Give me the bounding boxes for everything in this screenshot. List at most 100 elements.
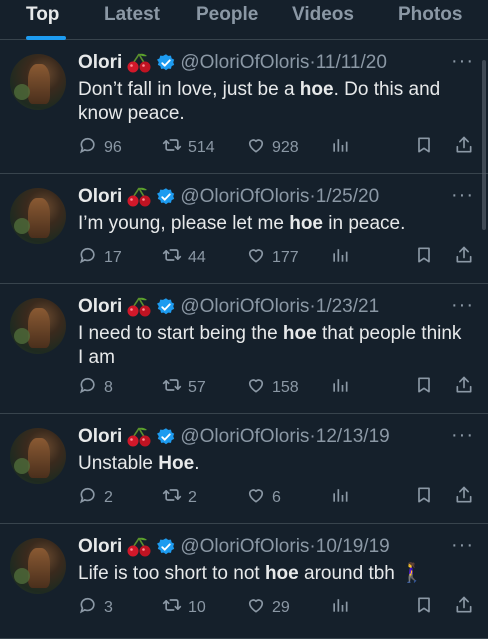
- retweet-count: 57: [188, 379, 206, 396]
- tweet[interactable]: Olori @OloriOfOloris·11/11/20 ··· Don’t …: [0, 40, 488, 174]
- verified-icon: [156, 427, 176, 447]
- bookmark-button[interactable]: [414, 595, 440, 621]
- verified-icon: [156, 187, 176, 207]
- like-count: 177: [272, 249, 299, 266]
- display-name[interactable]: Olori: [78, 52, 122, 74]
- share-icon: [454, 245, 480, 271]
- retweet-button[interactable]: 514: [162, 135, 215, 161]
- tab-latest[interactable]: Latest: [104, 0, 160, 40]
- user-handle[interactable]: @OloriOfOloris·12/13/19: [180, 426, 389, 448]
- tweet-header: Olori @OloriOfOloris·11/11/20: [78, 52, 387, 74]
- share-button[interactable]: [454, 245, 480, 271]
- more-icon[interactable]: ···: [451, 50, 474, 73]
- cherry-emoji: [126, 536, 152, 558]
- retweet-button[interactable]: 10: [162, 595, 206, 621]
- user-handle[interactable]: @OloriOfOloris·10/19/19: [180, 536, 389, 558]
- avatar[interactable]: [10, 298, 66, 354]
- share-button[interactable]: [454, 135, 480, 161]
- tweet[interactable]: Olori @OloriOfOloris·1/23/21 ··· I need …: [0, 284, 488, 414]
- tweet-header: Olori @OloriOfOloris·1/23/21: [78, 296, 379, 318]
- tab-label: Photos: [398, 4, 463, 25]
- tweet-date[interactable]: 1/25/20: [316, 186, 379, 207]
- like-button[interactable]: 29: [246, 595, 290, 621]
- verified-icon: [156, 53, 176, 73]
- retweet-icon: [162, 595, 188, 621]
- tab-photos[interactable]: Photos: [398, 0, 462, 40]
- like-button[interactable]: 6: [246, 485, 281, 511]
- like-button[interactable]: 177: [246, 245, 299, 271]
- scrollbar[interactable]: [482, 60, 486, 230]
- bookmark-button[interactable]: [414, 135, 440, 161]
- more-icon[interactable]: ···: [451, 534, 474, 557]
- retweet-count: 44: [188, 249, 206, 266]
- share-button[interactable]: [454, 595, 480, 621]
- avatar[interactable]: [10, 54, 66, 110]
- like-button[interactable]: 158: [246, 375, 299, 401]
- user-handle[interactable]: @OloriOfOloris·1/23/21: [180, 296, 379, 318]
- views-button[interactable]: [330, 375, 356, 401]
- bookmark-button[interactable]: [414, 375, 440, 401]
- user-handle[interactable]: @OloriOfOloris·11/11/20: [180, 52, 387, 74]
- retweet-button[interactable]: 44: [162, 245, 206, 271]
- tweet-text: Don’t fall in love, just be a hoe. Do th…: [78, 79, 441, 124]
- tweet-date[interactable]: 12/13/19: [316, 426, 390, 447]
- reply-button[interactable]: 17: [78, 245, 122, 271]
- user-handle[interactable]: @OloriOfOloris·1/25/20: [180, 186, 379, 208]
- views-button[interactable]: [330, 485, 356, 511]
- tab-videos[interactable]: Videos: [292, 0, 354, 40]
- tweet[interactable]: Olori @OloriOfOloris·1/25/20 ··· I’m you…: [0, 174, 488, 284]
- tweet[interactable]: Olori @OloriOfOloris·12/13/19 ··· Unstab…: [0, 414, 488, 524]
- more-icon[interactable]: ···: [451, 424, 474, 447]
- more-icon[interactable]: ···: [451, 184, 474, 207]
- avatar[interactable]: [10, 428, 66, 484]
- bookmark-button[interactable]: [414, 245, 440, 271]
- more-icon[interactable]: ···: [451, 294, 474, 317]
- bookmark-button[interactable]: [414, 485, 440, 511]
- share-icon: [454, 595, 480, 621]
- tweet-date[interactable]: 10/19/19: [316, 536, 390, 557]
- tweet-actions: 17 44 177: [78, 246, 478, 270]
- retweet-button[interactable]: 57: [162, 375, 206, 401]
- tweet-date[interactable]: 1/23/21: [316, 296, 379, 317]
- reply-button[interactable]: 2: [78, 485, 113, 511]
- views-button[interactable]: [330, 595, 356, 621]
- retweet-icon: [162, 375, 188, 401]
- tab-people[interactable]: People: [196, 0, 258, 40]
- tab-top[interactable]: Top: [26, 0, 66, 40]
- cherry-emoji: [126, 52, 152, 74]
- like-icon: [246, 135, 272, 161]
- reply-button[interactable]: 8: [78, 375, 113, 401]
- like-count: 158: [272, 379, 299, 396]
- views-icon: [330, 375, 356, 401]
- views-icon: [330, 595, 356, 621]
- share-button[interactable]: [454, 485, 480, 511]
- retweet-button[interactable]: 2: [162, 485, 197, 511]
- like-count: 29: [272, 599, 290, 616]
- views-button[interactable]: [330, 245, 356, 271]
- share-button[interactable]: [454, 375, 480, 401]
- reply-icon: [78, 135, 104, 161]
- views-button[interactable]: [330, 135, 356, 161]
- bookmark-icon: [414, 245, 440, 271]
- retweet-icon: [162, 135, 188, 161]
- avatar[interactable]: [10, 188, 66, 244]
- display-name[interactable]: Olori: [78, 536, 122, 558]
- share-icon: [454, 135, 480, 161]
- display-name[interactable]: Olori: [78, 426, 122, 448]
- reply-button[interactable]: 3: [78, 595, 113, 621]
- retweet-count: 514: [188, 139, 215, 156]
- retweet-count: 10: [188, 599, 206, 616]
- tweet[interactable]: Olori @OloriOfOloris·10/19/19 ··· Life i…: [0, 524, 488, 639]
- tweet-actions: 96 514 928: [78, 136, 478, 160]
- like-icon: [246, 485, 272, 511]
- like-button[interactable]: 928: [246, 135, 299, 161]
- tweet-date[interactable]: 11/11/20: [316, 52, 387, 73]
- bookmark-icon: [414, 485, 440, 511]
- tweet-text: Life is too short to not hoe around tbh …: [78, 563, 424, 584]
- retweet-icon: [162, 245, 188, 271]
- display-name[interactable]: Olori: [78, 296, 122, 318]
- display-name[interactable]: Olori: [78, 186, 122, 208]
- reply-button[interactable]: 96: [78, 135, 122, 161]
- bookmark-icon: [414, 595, 440, 621]
- avatar[interactable]: [10, 538, 66, 594]
